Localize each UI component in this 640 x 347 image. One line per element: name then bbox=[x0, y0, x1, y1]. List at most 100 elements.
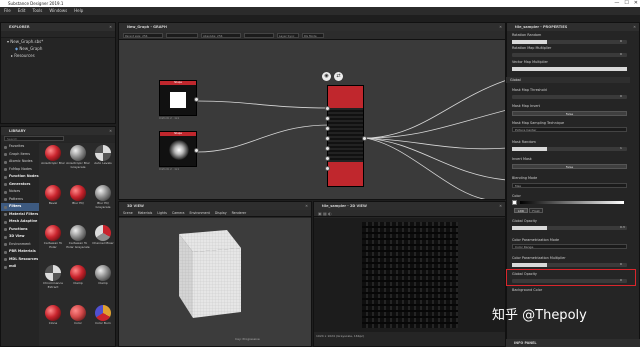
library-category-item[interactable]: mdl bbox=[1, 263, 39, 271]
view-3d-viewport[interactable]: Iray: Progressive bbox=[119, 218, 311, 346]
library-category-item[interactable]: Atomic Nodes bbox=[1, 158, 39, 166]
parent-size-dropdown[interactable] bbox=[166, 32, 198, 38]
view-2d-viewport[interactable] bbox=[314, 218, 505, 332]
close-icon[interactable]: ✕ bbox=[109, 127, 112, 135]
library-thumbnail[interactable]: Clamp bbox=[91, 265, 115, 286]
absolute-size-field[interactable]: Absolute: 256 bbox=[201, 32, 241, 38]
library-thumbnail[interactable]: Clone bbox=[41, 305, 65, 326]
ldr-toggle[interactable]: LDR bbox=[514, 208, 528, 213]
menu-tools[interactable]: Tools bbox=[32, 7, 42, 15]
library-category-item[interactable]: Favorites bbox=[1, 143, 39, 151]
library-thumbnail[interactable]: Channel Mixer bbox=[91, 225, 115, 246]
property-slider[interactable] bbox=[512, 95, 627, 99]
property-slider[interactable] bbox=[512, 147, 627, 151]
library-category-item[interactable]: MDL Resources bbox=[1, 256, 39, 264]
input-pin[interactable] bbox=[325, 156, 330, 161]
property-toggle-button[interactable]: False bbox=[512, 164, 627, 169]
library-category-item[interactable]: Graph Items bbox=[1, 151, 39, 159]
library-thumbnail[interactable]: Chrominance Extract bbox=[41, 265, 65, 289]
library-thumbnail[interactable]: Anisotropic Blur Grayscale bbox=[66, 145, 90, 169]
library-category-item[interactable]: Function Nodes bbox=[1, 173, 39, 181]
explorer-item-resources[interactable]: ▸ Resources bbox=[1, 52, 115, 59]
library-category-item[interactable]: Filters bbox=[1, 203, 39, 211]
library-thumbnail[interactable]: Clamp bbox=[66, 265, 90, 286]
property-slider[interactable] bbox=[512, 40, 627, 44]
library-thumbnail[interactable]: Blur HQ Grayscale bbox=[91, 185, 115, 209]
menu-display[interactable]: Display bbox=[215, 211, 227, 215]
close-button[interactable]: ✕ bbox=[634, 0, 638, 7]
property-group-header[interactable]: Global bbox=[506, 77, 630, 83]
library-category-item[interactable]: Environment bbox=[1, 241, 39, 249]
library-thumbnail[interactable]: Auto Levels bbox=[91, 145, 115, 166]
menu-lights[interactable]: Lights bbox=[157, 211, 167, 215]
close-icon[interactable]: ✕ bbox=[305, 202, 308, 210]
library-category-item[interactable]: 3D View bbox=[1, 233, 39, 241]
graph-canvas[interactable]: Shape Uniform 2 · 1x1 Shape Uniform 2 · … bbox=[119, 40, 505, 199]
property-slider[interactable] bbox=[512, 263, 627, 267]
library-thumbnail[interactable]: Bevel bbox=[41, 185, 65, 206]
maximize-button[interactable]: ☐ bbox=[624, 0, 628, 7]
property-dropdown[interactable]: Picture Center bbox=[512, 127, 627, 132]
output-pin[interactable] bbox=[194, 97, 199, 102]
close-icon[interactable]: ✕ bbox=[499, 23, 502, 31]
library-thumbnail[interactable]: Blur HQ bbox=[66, 185, 90, 206]
library-category-item[interactable]: Patterns bbox=[1, 196, 39, 204]
close-icon[interactable]: ✕ bbox=[633, 23, 636, 31]
property-slider[interactable] bbox=[512, 53, 627, 57]
input-pin[interactable] bbox=[325, 146, 330, 151]
library-category-item[interactable]: Mesh Adaptive bbox=[1, 218, 39, 226]
node-info-icon[interactable]: ◉ bbox=[322, 72, 331, 81]
minimize-button[interactable]: — bbox=[614, 0, 619, 7]
menu-environment[interactable]: Environment bbox=[189, 211, 209, 215]
menu-renderer[interactable]: Renderer bbox=[232, 211, 247, 215]
output-pin[interactable] bbox=[362, 136, 367, 141]
explorer-item-package[interactable]: ▾ New_Graph.sbs* bbox=[1, 38, 115, 45]
explorer-item-graph[interactable]: ◆ New_Graph bbox=[1, 45, 115, 52]
library-category-item[interactable]: Material Filters bbox=[1, 211, 39, 219]
input-pin[interactable] bbox=[325, 136, 330, 141]
view-2d-tools-icon[interactable]: ▣ ▦ ◐ bbox=[318, 211, 332, 216]
output-pin[interactable] bbox=[194, 148, 199, 153]
menu-help[interactable]: Help bbox=[74, 7, 83, 15]
property-slider[interactable] bbox=[512, 226, 627, 230]
property-dropdown[interactable]: Max bbox=[512, 183, 627, 188]
view-3d-tab[interactable]: 3D VIEW bbox=[127, 204, 144, 208]
properties-tab[interactable]: tile_sampler - PROPERTIES bbox=[515, 25, 567, 29]
library-thumbnail[interactable]: Anisotropic Blur bbox=[41, 145, 65, 166]
library-search-input[interactable]: Search bbox=[4, 136, 64, 141]
menu-windows[interactable]: Windows bbox=[49, 7, 67, 15]
close-icon[interactable]: ✕ bbox=[109, 23, 112, 31]
color-gradient-slider[interactable] bbox=[520, 201, 624, 204]
input-pin[interactable] bbox=[325, 166, 330, 171]
rg-mode-field[interactable]: RG Mode bbox=[302, 32, 324, 38]
library-category-item[interactable]: Functions bbox=[1, 226, 39, 234]
menu-edit[interactable]: Edit bbox=[18, 7, 26, 15]
property-toggle-button[interactable]: False bbox=[512, 111, 627, 116]
info-panel-tab[interactable]: INFO PANEL bbox=[506, 339, 640, 347]
float-toggle[interactable]: Float bbox=[529, 208, 543, 213]
menu-file[interactable]: File bbox=[4, 7, 11, 15]
property-dropdown[interactable]: Color Range bbox=[512, 244, 627, 249]
library-category-item[interactable]: Noises bbox=[1, 188, 39, 196]
shape-node-1[interactable]: Shape bbox=[159, 80, 197, 116]
color-swatch[interactable] bbox=[512, 200, 517, 205]
library-thumbnail[interactable]: Cartesian To Polar Grayscale bbox=[66, 225, 90, 249]
input-pin[interactable] bbox=[325, 126, 330, 131]
menu-scene[interactable]: Scene bbox=[123, 211, 133, 215]
graph-tab[interactable]: New_Graph bbox=[127, 25, 149, 29]
shape-node-2[interactable]: Shape bbox=[159, 131, 197, 167]
library-category-item[interactable]: PBR Materials bbox=[1, 248, 39, 256]
library-category-item[interactable]: FxMap Nodes bbox=[1, 166, 39, 174]
library-category-item[interactable]: Generators bbox=[1, 181, 39, 189]
close-icon[interactable]: ✕ bbox=[499, 202, 502, 210]
library-thumbnail[interactable]: Color Burn bbox=[91, 305, 115, 326]
absolute-size-dropdown[interactable] bbox=[244, 32, 274, 38]
node-link-icon[interactable]: ⇄ bbox=[334, 72, 343, 81]
input-pin[interactable] bbox=[325, 106, 330, 111]
input-pin[interactable] bbox=[325, 116, 330, 121]
view-2d-tab[interactable]: tile_sampler - 2D VIEW bbox=[322, 204, 367, 208]
menu-materials[interactable]: Materials bbox=[138, 211, 153, 215]
menu-camera[interactable]: Camera bbox=[172, 211, 185, 215]
tile-sampler-node[interactable] bbox=[327, 85, 364, 187]
property-slider[interactable] bbox=[512, 67, 627, 71]
